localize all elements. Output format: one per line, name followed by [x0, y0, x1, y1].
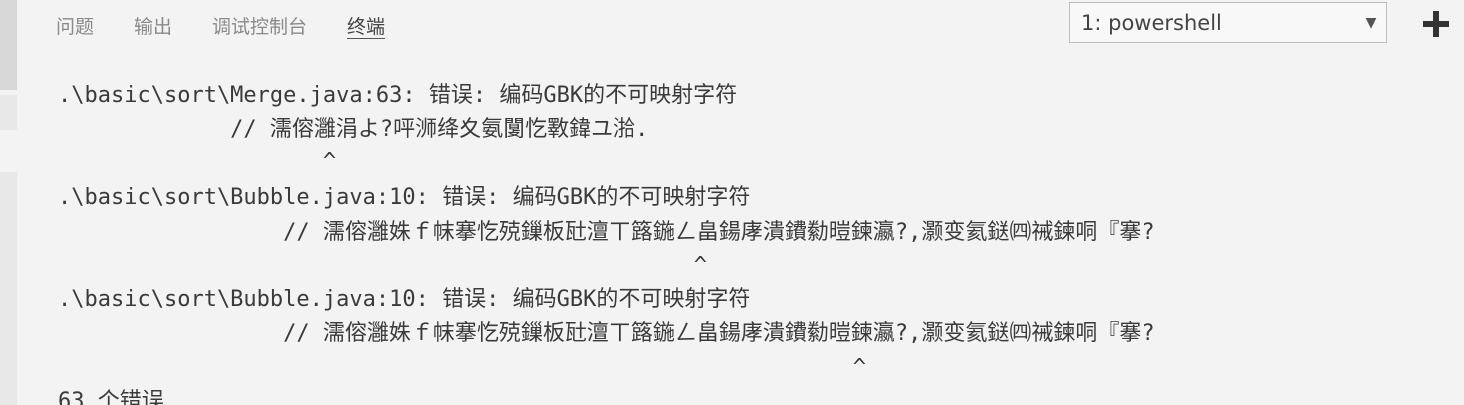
tab-problems[interactable]: 问题 — [56, 0, 94, 38]
rail-scroll-thumb[interactable] — [0, 0, 17, 90]
tab-output[interactable]: 输出 — [134, 0, 172, 38]
left-rail — [0, 0, 17, 405]
new-terminal-button[interactable] — [1420, 8, 1452, 40]
chevron-down-icon: ▼ — [1365, 14, 1377, 31]
terminal-line: // 濡傛灉涓よ?呯浉绛夊氨闅忔斁鍏ユ湁. — [58, 117, 649, 142]
tab-debug-console[interactable]: 调试控制台 — [212, 0, 307, 38]
terminal-line: ^ — [58, 355, 866, 380]
terminal-select[interactable]: 1: powershell ▼ — [1069, 2, 1387, 43]
terminal-line: // 濡傛灉姝ｆ帓搴忔殑鏁板瓧澶ㄒ簬鍦ㄥ畠鍚庨潰鐨勬暟鍊瀛?,灏变氦鎹㈣祴鍊哃『… — [58, 321, 1155, 346]
rail-segment — [0, 95, 17, 130]
terminal-output[interactable]: .\basic\sort\Merge.java:63: 错误: 编码GBK的不可… — [58, 80, 1458, 405]
terminal-line: // 濡傛灉姝ｆ帓搴忔殑鏁板瓧澶ㄒ簬鍦ㄥ畠鍚庨潰鐨勬暟鍊瀛?,灏变氦鎹㈣祴鍊哃『… — [58, 220, 1155, 245]
terminal-line: 63 个错误 — [58, 389, 164, 405]
panel-tabs: 问题 输出 调试控制台 终端 — [56, 0, 425, 52]
terminal-line: ^ — [58, 253, 708, 278]
terminal-line: .\basic\sort\Merge.java:63: 错误: 编码GBK的不可… — [58, 83, 738, 108]
tab-terminal[interactable]: 终端 — [347, 0, 386, 39]
terminal-select-value: 1: powershell — [1081, 10, 1222, 35]
rail-segment — [0, 172, 17, 405]
terminal-line: .\basic\sort\Bubble.java:10: 错误: 编码GBK的不… — [58, 287, 751, 312]
terminal-line: ^ — [58, 149, 337, 174]
terminal-line: .\basic\sort\Bubble.java:10: 错误: 编码GBK的不… — [58, 185, 751, 210]
